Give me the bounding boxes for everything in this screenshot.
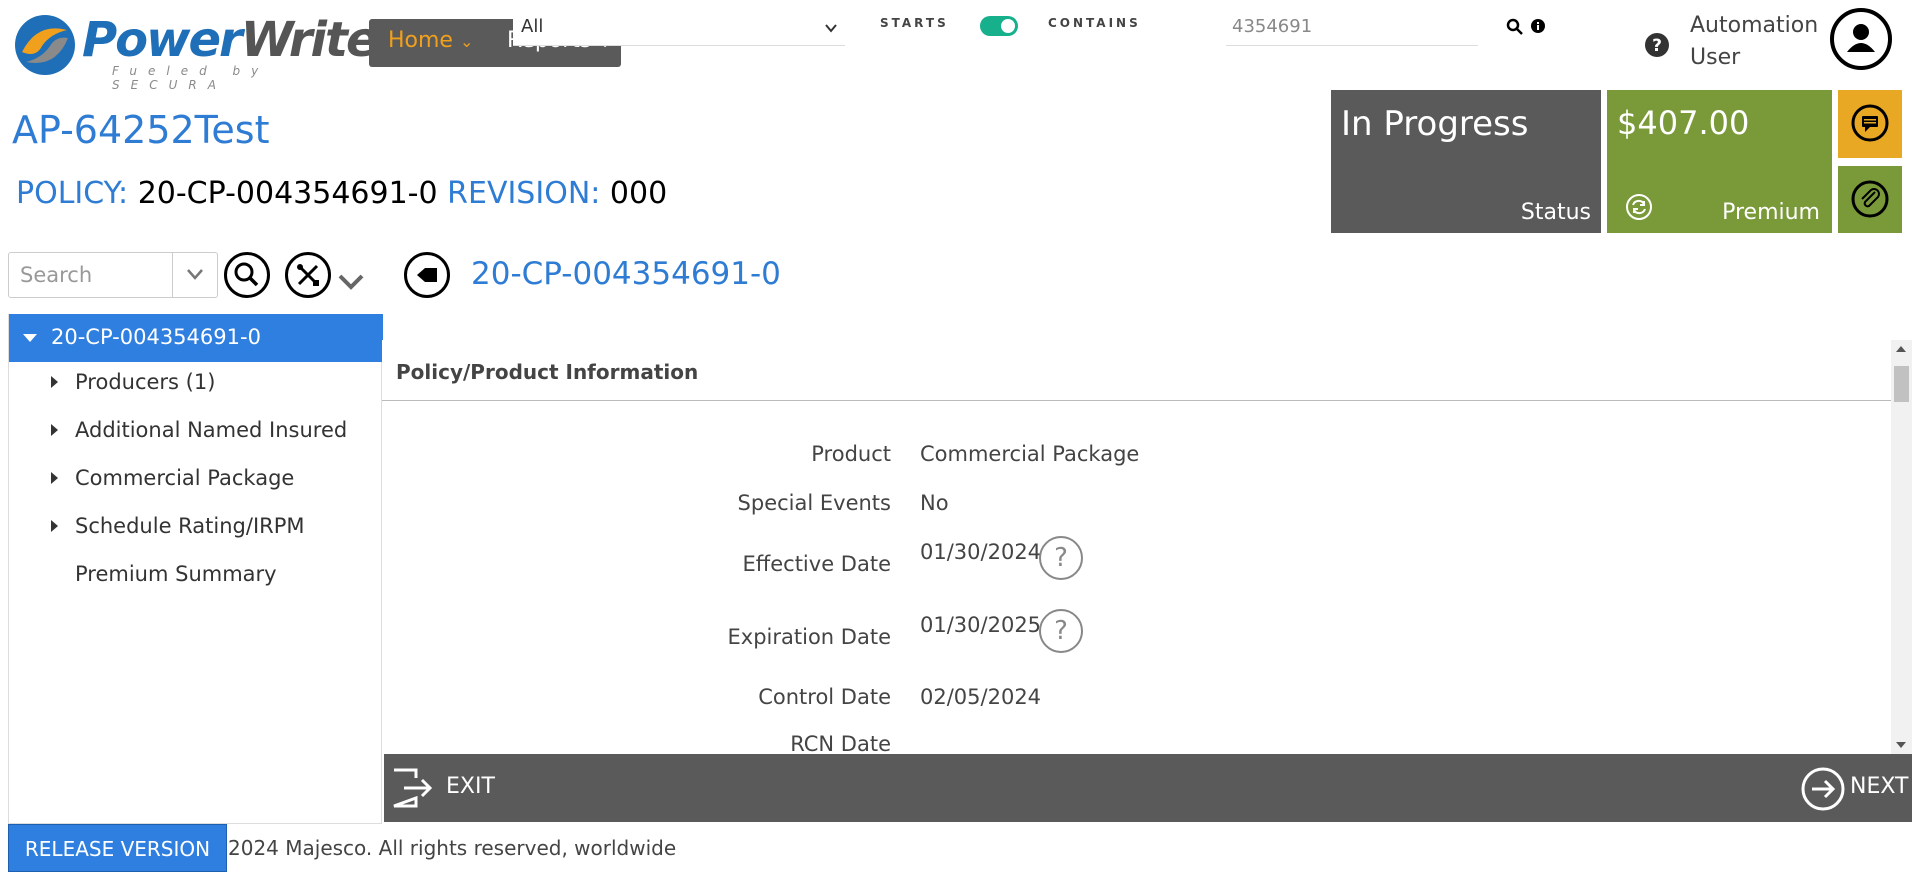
user-avatar-icon[interactable] [1830,8,1892,70]
section-divider [382,400,1891,401]
logo-swirl-icon [15,15,75,75]
back-button[interactable] [404,252,450,298]
tree-item-premium-summary[interactable]: Premium Summary [9,554,383,598]
refresh-icon[interactable] [1625,193,1653,221]
svg-text:?: ? [1652,36,1662,56]
chevron-down-icon[interactable] [336,272,366,292]
tree-root-node[interactable]: 20-CP-004354691-0 [9,314,383,362]
starts-label: STARTS [880,16,949,30]
rcn-date-label: RCN Date [790,732,891,754]
help-icon[interactable]: ? [1644,32,1670,58]
scroll-down-icon[interactable] [1896,742,1906,748]
scroll-up-icon[interactable] [1896,346,1906,352]
global-search-input[interactable]: 4354691 [1226,8,1478,46]
powerwriter-logo[interactable]: PowerWriter Fueled by SECURA [12,8,400,92]
tree-heading: 20-CP-004354691-0 [471,256,781,292]
tree-item-label: Producers (1) [75,370,216,394]
nav-home-label: Home [388,28,453,53]
control-date-label: Control Date [758,685,891,709]
tree-item-label: Commercial Package [75,466,295,490]
content-scrollbar[interactable] [1891,340,1912,754]
quote-title: AP-64252Test [12,108,270,152]
info-icon[interactable] [1530,18,1546,34]
search-icon[interactable] [1506,18,1524,36]
effective-date-value: 01/30/2024 [920,540,1042,564]
chevron-down-icon [825,24,837,33]
status-label: Status [1520,200,1591,225]
special-events-label: Special Events [737,491,891,515]
special-events-value: No [920,491,949,515]
premium-value: $407.00 [1617,104,1750,142]
help-question-icon[interactable]: ? [1039,609,1083,653]
tree-search-button[interactable] [224,252,270,298]
nav-home[interactable]: Home ⌄ [388,28,473,53]
divider [172,253,173,297]
arrow-right-circle-icon [1801,767,1845,811]
tree-item-label: Schedule Rating/IRPM [75,514,305,538]
search-scope-select[interactable]: All [513,8,845,46]
product-label: Product [811,442,891,466]
starts-contains-toggle[interactable] [980,16,1018,36]
search-icon [234,262,259,287]
paperclip-icon [1851,180,1889,218]
caret-right-icon[interactable] [51,520,58,532]
tree-item-label: Premium Summary [75,562,277,586]
next-button[interactable]: NEXT [1800,764,1912,812]
caret-right-icon[interactable] [51,376,58,388]
section-title: Policy/Product Information [396,360,699,384]
expiration-date-value: 01/30/2025 [920,613,1042,637]
scroll-thumb[interactable] [1894,366,1909,402]
user-name[interactable]: Automation User [1690,10,1818,74]
expiration-date-label: Expiration Date [727,625,891,649]
tree-item-additional-named-insured[interactable]: Additional Named Insured [9,410,383,454]
tree-item-schedule-rating[interactable]: Schedule Rating/IRPM [9,506,383,550]
tools-icon [297,264,319,286]
logo-title: PowerWriter [82,12,400,68]
policy-line: POLICY: 20-CP-004354691-0 REVISION: 000 [16,176,667,211]
exit-icon [393,768,433,808]
effective-date-label: Effective Date [742,552,892,576]
search-scope-value: All [521,16,544,37]
tree-search-placeholder: Search [20,263,93,287]
release-version-button[interactable]: RELEASE VERSION [8,824,227,872]
tools-button[interactable] [285,252,331,298]
rcn-date-clip: RCN Date [382,732,891,754]
messages-button[interactable] [1838,90,1902,158]
exit-label: EXIT [446,774,495,799]
status-tile: In Progress Status [1331,90,1601,233]
status-value: In Progress [1341,104,1529,144]
action-bar: EXIT NEXT [384,754,1912,822]
next-label: NEXT [1850,774,1909,799]
global-search-value: 4354691 [1232,16,1313,37]
content-panel: Policy/Product Information Product Comme… [382,340,1891,754]
premium-label: Premium [1722,200,1820,225]
tree-item-producers[interactable]: Producers (1) [9,362,383,406]
revision-label: REVISION: [447,176,601,211]
tree-item-commercial-package[interactable]: Commercial Package [9,458,383,502]
tree-root-label: 20-CP-004354691-0 [51,325,261,349]
chat-icon [1851,104,1889,142]
caret-right-icon[interactable] [51,472,58,484]
tree-item-label: Additional Named Insured [75,418,348,442]
contains-label: CONTAINS [1048,16,1141,30]
control-date-value: 02/05/2024 [920,685,1042,709]
caret-down-icon[interactable] [23,334,37,342]
exit-button[interactable]: EXIT [390,764,510,812]
copyright-text: 2024 Majesco. All rights reserved, world… [228,836,677,860]
policy-number: 20-CP-004354691-0 [137,176,438,211]
help-question-icon[interactable]: ? [1039,536,1083,580]
revision-number: 000 [609,176,668,211]
tree-search-input[interactable]: Search [8,252,218,298]
logo-subtitle: Fueled by SECURA [112,64,270,92]
arrow-left-icon [417,268,437,282]
caret-right-icon[interactable] [51,424,58,436]
premium-tile: $407.00 Premium [1607,90,1832,233]
chevron-down-icon: ⌄ [459,32,474,51]
attachments-button[interactable] [1838,166,1902,233]
product-value: Commercial Package [920,442,1140,466]
navigation-tree: 20-CP-004354691-0 Producers (1) Addition… [8,314,383,824]
chevron-down-icon[interactable] [186,267,204,281]
policy-label: POLICY: [16,176,129,211]
